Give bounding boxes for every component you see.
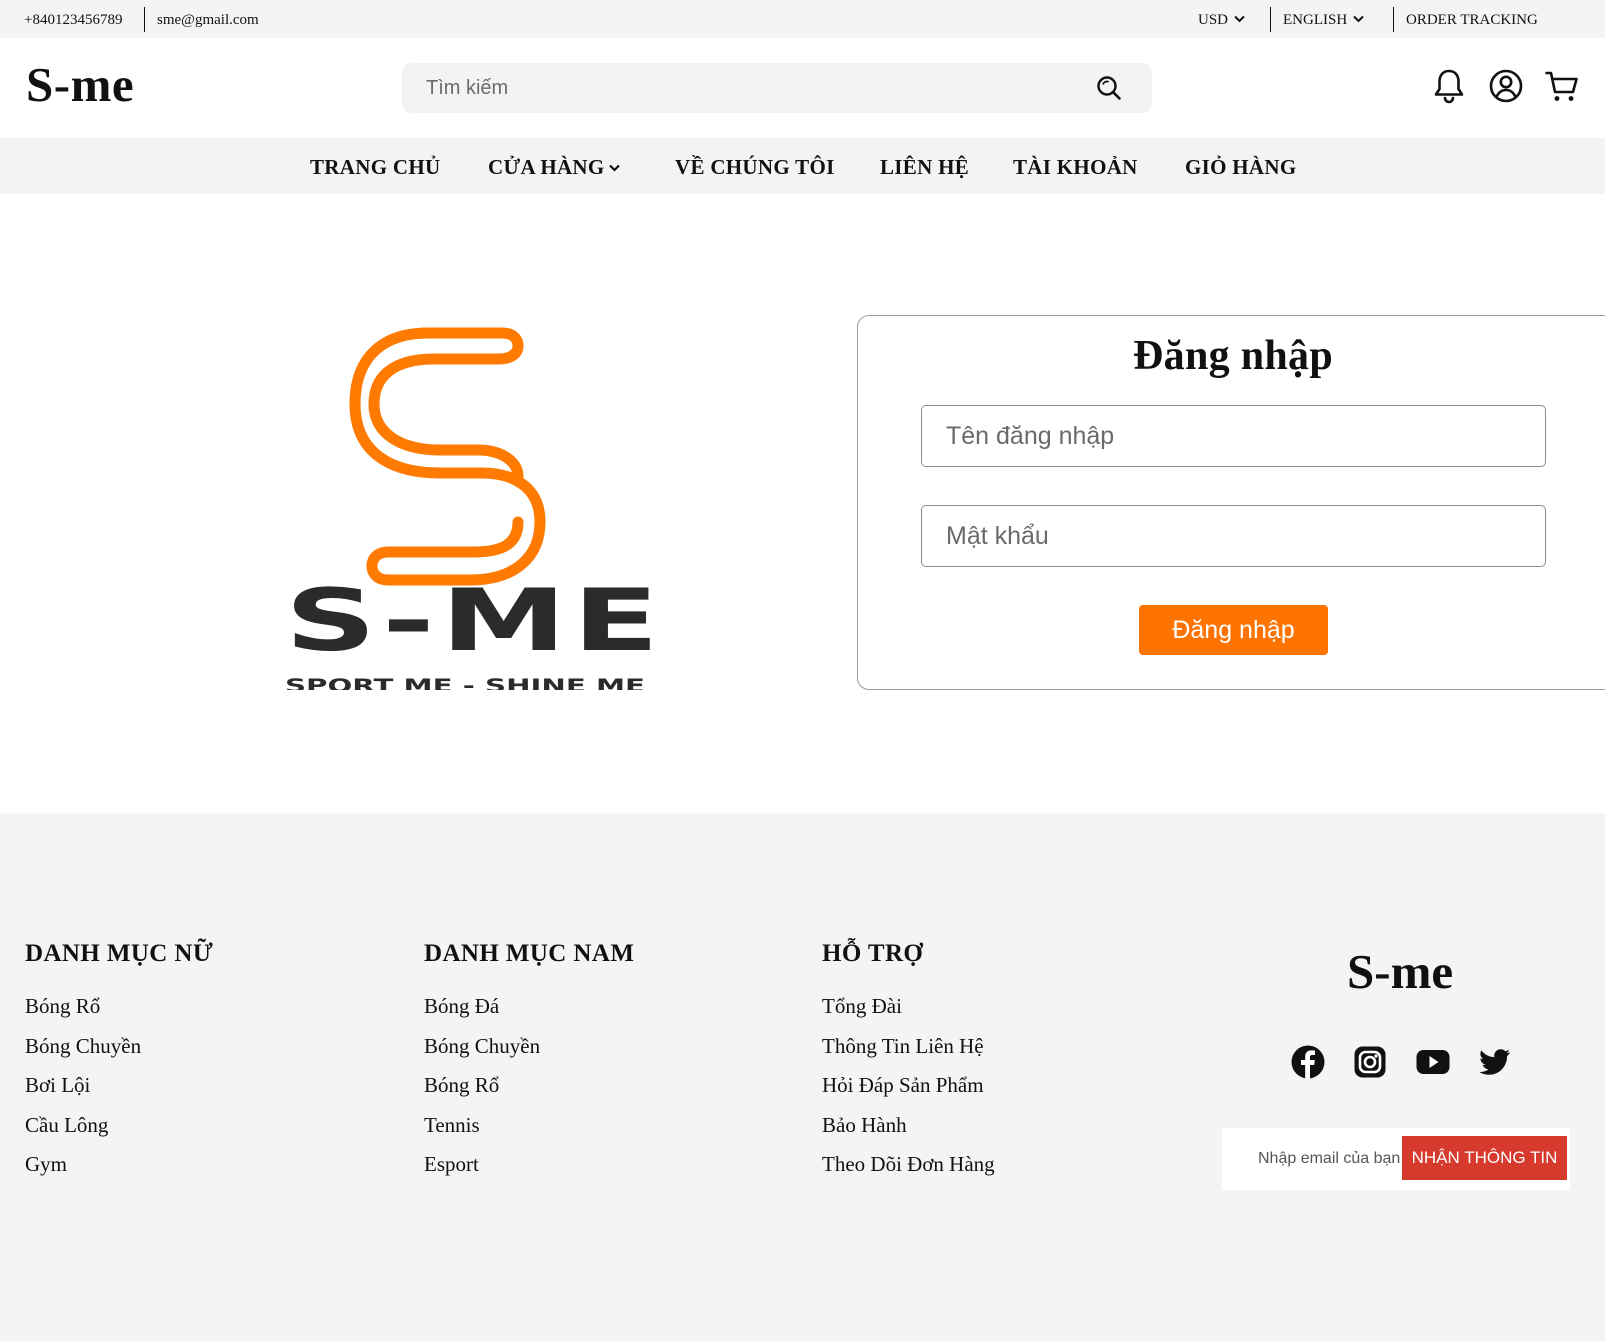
main-navigation: TRANG CHỦ CỬA HÀNG VỀ CHÚNG TÔI LIÊN HỆ … bbox=[0, 138, 1605, 194]
footer-heading: DANH MỤC NỮ bbox=[25, 940, 214, 967]
order-tracking-link[interactable]: ORDER TRACKING bbox=[1406, 0, 1538, 38]
header: S-me bbox=[0, 38, 1605, 138]
footer-support: HỖ TRỢ Tổng Đài Thông Tin Liên Hệ Hỏi Đá… bbox=[822, 940, 995, 1184]
nav-item-account[interactable]: TÀI KHOẢN bbox=[1013, 138, 1138, 194]
footer-link[interactable]: Bóng Đá bbox=[424, 986, 634, 1026]
nav-item-home[interactable]: TRANG CHỦ bbox=[310, 138, 440, 194]
username-field[interactable] bbox=[921, 405, 1546, 467]
footer-link[interactable]: Esport bbox=[424, 1144, 634, 1184]
footer-link[interactable]: Bóng Rổ bbox=[25, 986, 213, 1026]
nav-item-cart[interactable]: GIỎ HÀNG bbox=[1185, 138, 1297, 194]
footer-link[interactable]: Gym bbox=[25, 1144, 213, 1184]
brand-logo[interactable]: S-me bbox=[26, 60, 134, 109]
youtube-icon[interactable] bbox=[1415, 1044, 1451, 1080]
footer-link[interactable]: Hỏi Đáp Sản Phẩm bbox=[822, 1065, 995, 1105]
divider bbox=[1270, 7, 1271, 32]
facebook-icon[interactable] bbox=[1290, 1044, 1326, 1080]
language-label: ENGLISH bbox=[1283, 12, 1348, 28]
nav-item-shop[interactable]: CỬA HÀNG bbox=[488, 138, 620, 194]
sme-brand-logo: S-ME SPORT ME - SHINE ME bbox=[285, 327, 665, 690]
footer-link[interactable]: Tổng Đài bbox=[822, 986, 995, 1026]
divider bbox=[144, 7, 145, 32]
footer-men-categories: DANH MỤC NAM Bóng Đá Bóng Chuyền Bóng Rổ… bbox=[424, 940, 634, 1184]
instagram-icon[interactable] bbox=[1352, 1044, 1388, 1080]
phone-number[interactable]: +840123456789 bbox=[24, 0, 122, 38]
login-card: Đăng nhập Đăng nhập bbox=[857, 315, 1605, 690]
language-dropdown[interactable]: ENGLISH bbox=[1283, 0, 1364, 38]
newsletter-email-input[interactable] bbox=[1258, 1128, 1400, 1190]
nav-item-shop-label: CỬA HÀNG bbox=[488, 155, 605, 179]
footer-heading: HỖ TRỢ bbox=[822, 940, 924, 967]
footer-heading: DANH MỤC NAM bbox=[424, 940, 635, 967]
footer: DANH MỤC NỮ Bóng Rổ Bóng Chuyền Bơi Lội … bbox=[0, 813, 1605, 1341]
divider bbox=[1393, 7, 1394, 32]
password-field[interactable] bbox=[921, 505, 1546, 567]
user-icon[interactable] bbox=[1489, 68, 1523, 104]
bell-icon[interactable] bbox=[1432, 68, 1466, 104]
top-bar: +840123456789 sme@gmail.com USD ENGLISH … bbox=[0, 0, 1605, 38]
chevron-down-icon bbox=[1234, 15, 1245, 23]
chevron-down-icon bbox=[1353, 15, 1364, 23]
footer-link[interactable]: Bóng Chuyền bbox=[424, 1026, 634, 1066]
twitter-icon[interactable] bbox=[1477, 1044, 1513, 1080]
currency-label: USD bbox=[1198, 12, 1229, 28]
footer-women-categories: DANH MỤC NỮ Bóng Rổ Bóng Chuyền Bơi Lội … bbox=[25, 940, 213, 1184]
logo-tagline: SPORT ME - SHINE ME bbox=[285, 675, 645, 690]
login-button[interactable]: Đăng nhập bbox=[1139, 605, 1328, 655]
footer-brand: S-me bbox=[1347, 944, 1454, 999]
footer-link[interactable]: Bóng Chuyền bbox=[25, 1026, 213, 1066]
footer-link[interactable]: Thông Tin Liên Hệ bbox=[822, 1026, 995, 1066]
login-title: Đăng nhập bbox=[1133, 333, 1333, 379]
footer-link[interactable]: Bóng Rổ bbox=[424, 1065, 634, 1105]
logo-wordmark: S-ME bbox=[285, 571, 665, 671]
footer-link[interactable]: Theo Dõi Đơn Hàng bbox=[822, 1144, 995, 1184]
newsletter-form: NHẬN THÔNG TIN bbox=[1222, 1128, 1570, 1190]
footer-link[interactable]: Bảo Hành bbox=[822, 1105, 995, 1145]
email-link[interactable]: sme@gmail.com bbox=[157, 0, 259, 38]
chevron-down-icon bbox=[608, 164, 620, 172]
cart-icon[interactable] bbox=[1545, 68, 1579, 104]
nav-item-about[interactable]: VỀ CHÚNG TÔI bbox=[675, 138, 835, 194]
currency-dropdown[interactable]: USD bbox=[1198, 0, 1245, 38]
footer-link[interactable]: Cầu Lông bbox=[25, 1105, 213, 1145]
footer-link[interactable]: Bơi Lội bbox=[25, 1065, 213, 1105]
search-input[interactable] bbox=[426, 63, 1086, 113]
footer-link[interactable]: Tennis bbox=[424, 1105, 634, 1145]
search-icon[interactable] bbox=[1096, 75, 1122, 101]
search-bar bbox=[402, 63, 1152, 113]
newsletter-subscribe-button[interactable]: NHẬN THÔNG TIN bbox=[1402, 1136, 1567, 1180]
nav-item-contact[interactable]: LIÊN HỆ bbox=[880, 138, 969, 194]
